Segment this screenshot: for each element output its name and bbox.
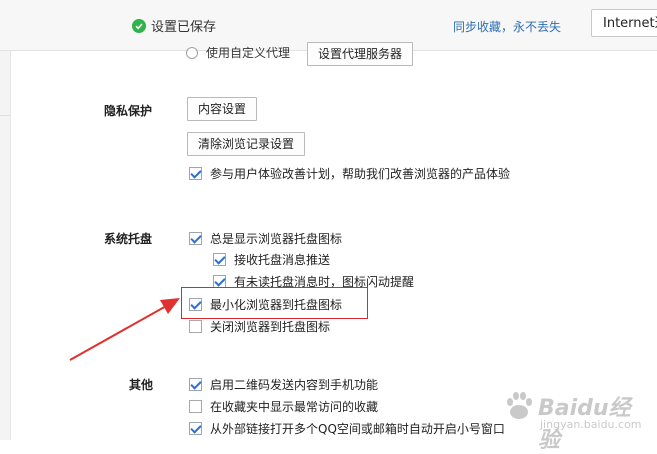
other-option-row[interactable]: 启用二维码发送内容到手机功能 bbox=[189, 376, 378, 393]
other-option-label: 从外部链接打开多个QQ空间或邮箱时自动开启小号窗口 bbox=[210, 422, 505, 436]
other-option-checkbox[interactable] bbox=[189, 422, 202, 435]
other-option-checkbox[interactable] bbox=[189, 378, 202, 391]
red-arrow-annotation bbox=[69, 298, 180, 361]
other-option-label: 启用二维码发送内容到手机功能 bbox=[210, 378, 379, 392]
baidu-watermark: Baidu经验 jingyan.baidu.com bbox=[500, 388, 650, 453]
other-option-row[interactable]: 在收藏夹中显示最常访问的收藏 bbox=[189, 398, 378, 415]
other-section-label: 其他 bbox=[129, 378, 154, 392]
other-option-checkbox[interactable] bbox=[189, 400, 202, 413]
other-option-label: 在收藏夹中显示最常访问的收藏 bbox=[210, 400, 379, 414]
other-option-row[interactable]: 从外部链接打开多个QQ空间或邮箱时自动开启小号窗口 bbox=[189, 420, 505, 437]
watermark-url: jingyan.baidu.com bbox=[540, 418, 642, 431]
paw-icon bbox=[507, 392, 532, 419]
